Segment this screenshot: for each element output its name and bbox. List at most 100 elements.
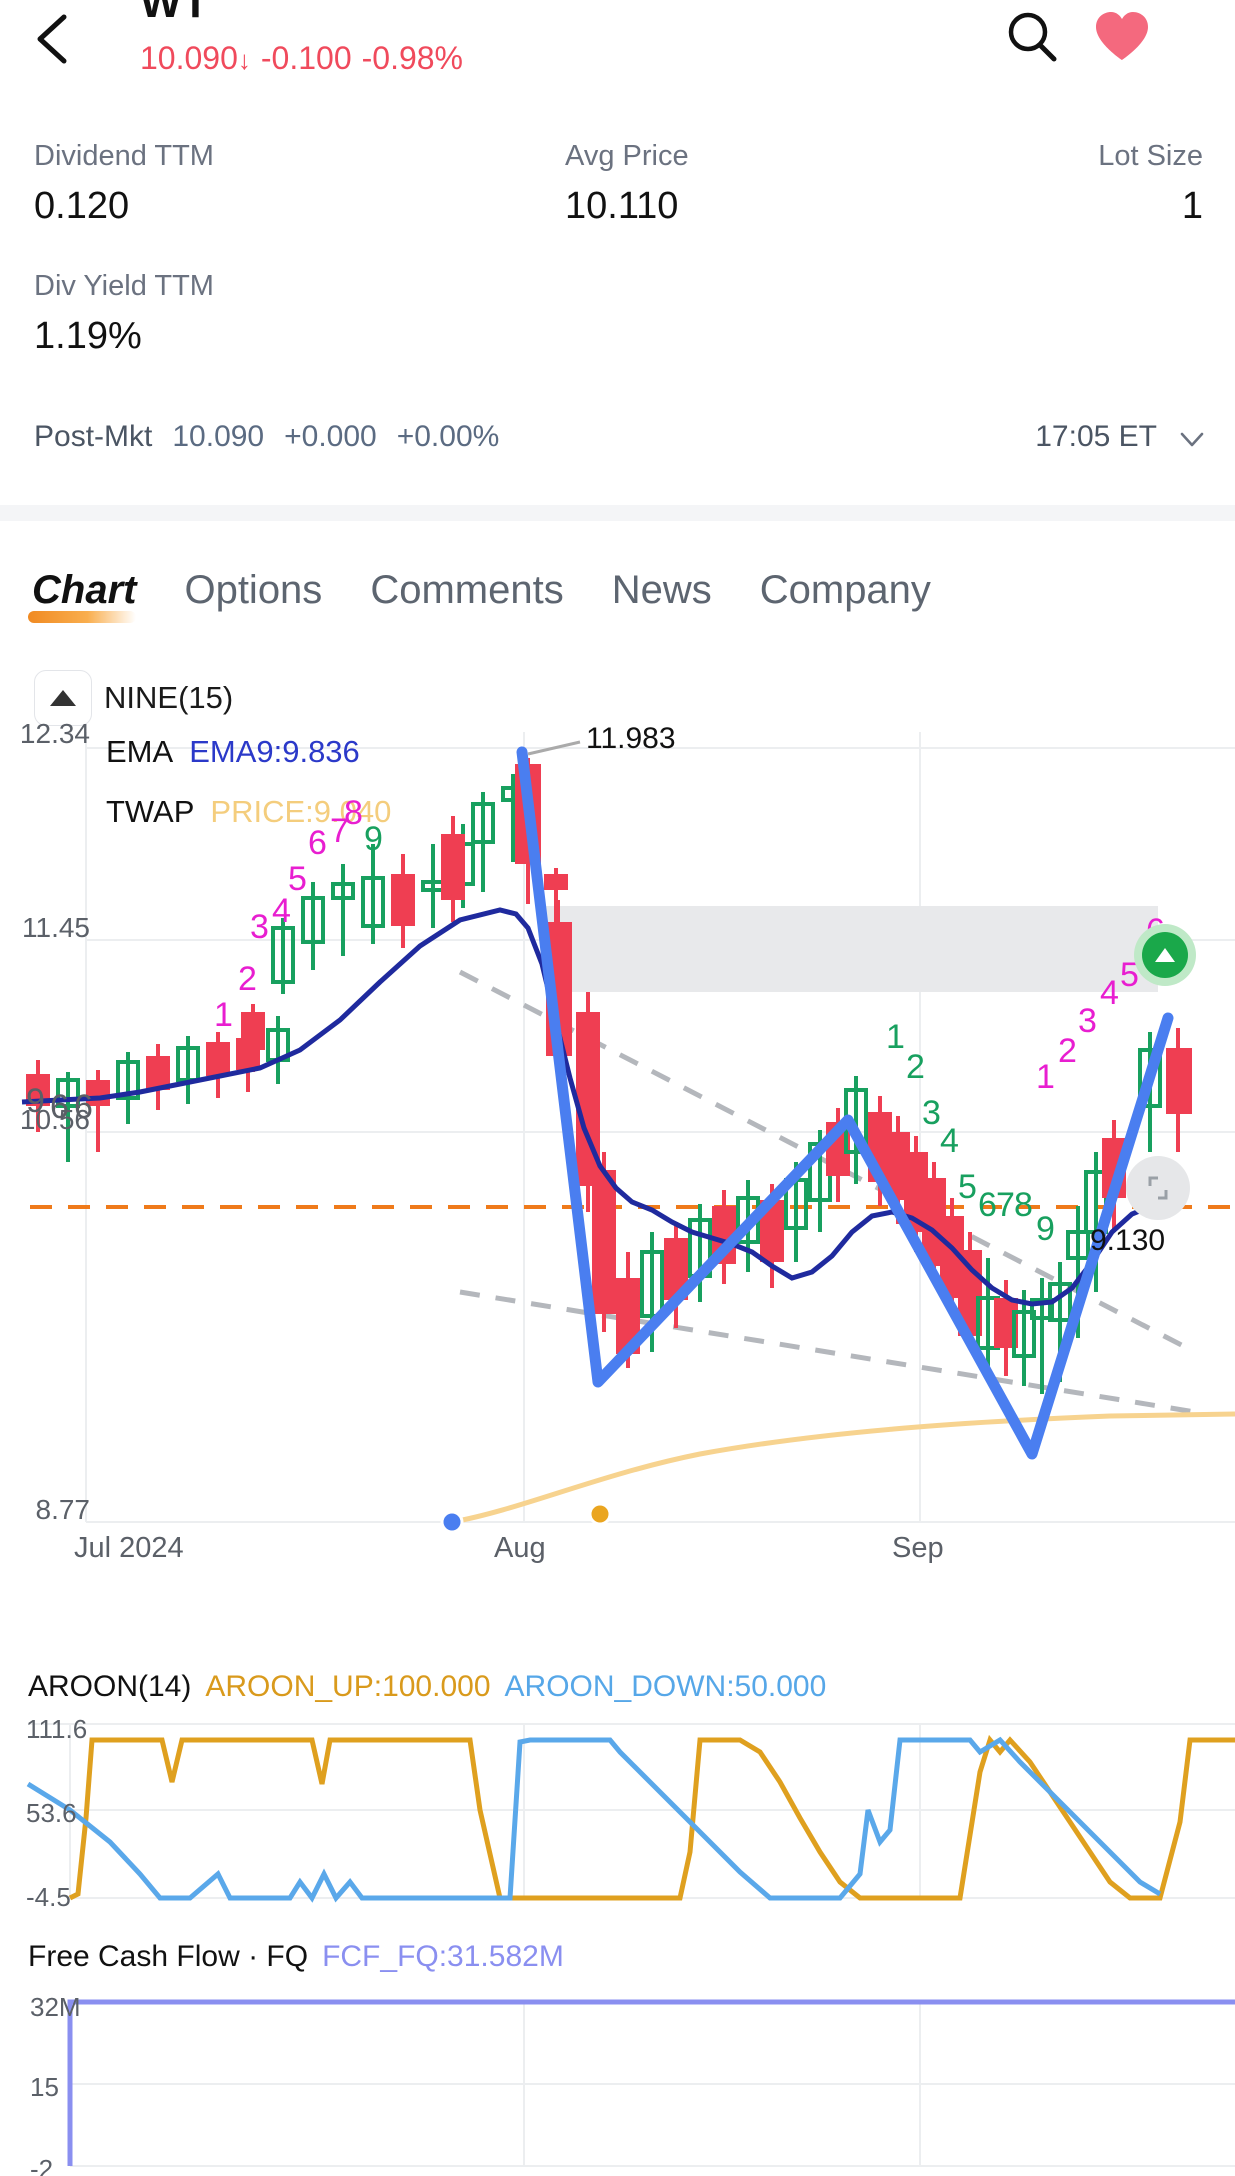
tab-bar: Chart Options Comments News Company: [0, 568, 1235, 654]
stat-value: 1: [1181, 185, 1203, 227]
svg-text:9: 9: [364, 820, 383, 858]
stat-label: Dividend TTM: [34, 140, 214, 172]
stat-label: Div Yield TTM: [34, 270, 214, 302]
svg-text:3: 3: [250, 908, 269, 946]
x-axis-tick-0: Jul 2024: [74, 1532, 184, 1564]
triangle-up-icon: [50, 690, 76, 706]
stock-detail-screen: WT 10.090↓-0.100-0.98% 0.007 2.00 1.87% …: [0, 0, 1235, 2176]
svg-text:1: 1: [1036, 1058, 1055, 1096]
svg-text:5: 5: [288, 860, 307, 898]
aroon-legend: AROON(14) AROON_UP:100.000 AROON_DOWN:50.0…: [28, 1670, 826, 1704]
svg-text:8: 8: [1014, 1186, 1033, 1224]
fcf-legend: Free Cash Flow · FQ FCF_FQ:31.582M: [28, 1940, 564, 1974]
search-button[interactable]: [1000, 5, 1064, 69]
aroon-y-tick-1: 53.6: [26, 1798, 77, 1828]
tab-options[interactable]: Options: [184, 568, 322, 621]
stat-label: Avg Price: [565, 140, 689, 172]
x-axis-tick-1: Aug: [494, 1532, 546, 1564]
svg-text:1: 1: [214, 996, 233, 1034]
svg-text:1: 1: [886, 1018, 905, 1056]
aroon-gridlines: [28, 1723, 1235, 1899]
aroon-panel[interactable]: AROON(14) AROON_UP:100.000 AROON_DOWN:50.0…: [0, 1670, 1235, 1960]
chevron-down-icon[interactable]: [1179, 426, 1205, 452]
tab-company[interactable]: Company: [760, 568, 931, 621]
svg-text:2: 2: [906, 1048, 925, 1086]
fcf-legend-value: FCF_FQ:31.582M: [322, 1940, 564, 1973]
post-market-price: 10.090: [172, 420, 265, 453]
tab-chart[interactable]: Chart: [27, 568, 137, 623]
stats-grid: 0.007 2.00 1.87% Dividend TTM 0.120 Avg …: [0, 96, 1235, 406]
stat-cell-lot-size: Lot Size 1: [1098, 140, 1203, 227]
svg-text:9: 9: [1036, 1210, 1055, 1248]
svg-text:5: 5: [958, 1168, 977, 1206]
price-change-percent: -0.98%: [361, 40, 463, 76]
triangle-up-circle-icon: [1155, 948, 1175, 962]
clipped-value-0: 0.007: [34, 96, 129, 99]
chart-container: NINE(15) 12.34 11.45 10.56 8.77 EMA EMA9…: [0, 660, 1235, 2176]
svg-text:3: 3: [922, 1094, 941, 1132]
fullscreen-chart-button[interactable]: [1126, 1156, 1190, 1220]
aroon-y-tick-0: 111.6: [26, 1714, 88, 1744]
x-axis-tick-2: Sep: [892, 1532, 944, 1564]
svg-text:7: 7: [996, 1186, 1015, 1224]
expand-icon: [1148, 1176, 1168, 1200]
top-navigation-bar: WT 10.090↓ -0.100 -0.98%: [0, 0, 1235, 96]
post-market-row[interactable]: Post-Mkt 10.090 +0.000 +0.00% 17:05 ET: [0, 420, 1235, 480]
post-market-time: 17:05 ET: [1035, 420, 1157, 453]
svg-text:9: 9: [26, 1082, 45, 1120]
tab-news[interactable]: News: [612, 568, 712, 621]
svg-text:4: 4: [940, 1122, 959, 1160]
fcf-panel[interactable]: Free Cash Flow · FQ FCF_FQ:31.582M 32M 15…: [0, 1940, 1235, 2176]
svg-text:6: 6: [74, 1088, 93, 1126]
stats-row-clipped: 0.007 2.00 1.87%: [0, 96, 1235, 124]
stat-cell-div-yield-ttm: Div Yield TTM 1.19%: [34, 270, 214, 357]
ticker-symbol: WT: [140, 0, 210, 27]
chevron-left-icon: [37, 14, 67, 64]
svg-text:2: 2: [1058, 1032, 1077, 1070]
buy-signal-badge[interactable]: [1134, 924, 1196, 986]
aroon-down-value: AROON_DOWN:50.000: [504, 1670, 827, 1703]
stat-value: 0.120: [34, 185, 130, 227]
section-divider: [0, 505, 1235, 521]
clipped-value-1: 2.00: [565, 96, 639, 99]
heart-icon: [1096, 12, 1148, 60]
svg-text:6: 6: [308, 824, 327, 862]
back-button[interactable]: [22, 8, 84, 70]
stat-cell-avg-price: Avg Price 10.110: [565, 140, 689, 226]
stat-label: Lot Size: [1098, 140, 1203, 172]
svg-text:6: 6: [50, 1088, 69, 1126]
post-market-label: Post-Mkt: [34, 420, 153, 453]
post-market-change-percent: +0.00%: [396, 420, 500, 453]
aroon-chart-svg: [26, 1723, 1235, 1903]
last-price: 10.090: [140, 40, 238, 76]
fcf-y-tick-1: 15: [30, 2072, 59, 2102]
price-chart-panel[interactable]: 12.34 11.45 10.56 8.77 EMA EMA9:9.836 TWA…: [0, 718, 1235, 1564]
fcf-y-tick-0: 32M: [30, 1992, 81, 2022]
indicator-name: NINE(15): [104, 680, 234, 715]
stat-cell-dividend-ttm: Dividend TTM 0.120: [34, 140, 214, 227]
ticker-quote-row: 10.090↓ -0.100 -0.98%: [140, 40, 463, 77]
svg-text:2: 2: [238, 960, 257, 998]
svg-text:6: 6: [978, 1186, 997, 1224]
buy-signal-inner: [1142, 932, 1188, 978]
aroon-up-series: [68, 1734, 1235, 1901]
aroon-legend-name: AROON(14): [28, 1670, 192, 1703]
svg-text:4: 4: [1100, 974, 1119, 1012]
nine-count-labels: 1 2 3 4 5 6 7 8 1 2 3 4 5 6 9 1: [26, 794, 1165, 1248]
aroon-y-tick-2: -4.5: [26, 1882, 71, 1912]
favorite-button[interactable]: [1090, 5, 1154, 69]
fcf-legend-name: Free Cash Flow · FQ: [28, 1940, 309, 1973]
svg-text:8: 8: [344, 794, 363, 832]
fcf-chart-svg: [67, 1999, 1235, 2167]
aroon-down-series: [26, 1736, 1162, 1903]
tab-comments[interactable]: Comments: [370, 568, 563, 621]
fcf-y-tick-2: -2: [30, 2154, 54, 2176]
search-icon: [1008, 12, 1057, 62]
price-change: -0.100: [260, 40, 352, 76]
stat-value: 1.19%: [34, 315, 142, 357]
post-market-summary: Post-Mkt 10.090 +0.000 +0.00%: [34, 420, 499, 454]
price-direction-icon: ↓: [237, 45, 251, 75]
aroon-up-value: AROON_UP:100.000: [205, 1670, 491, 1703]
clipped-value-2: 1.87%: [1095, 96, 1203, 99]
fcf-gridlines: [70, 2001, 1235, 2167]
